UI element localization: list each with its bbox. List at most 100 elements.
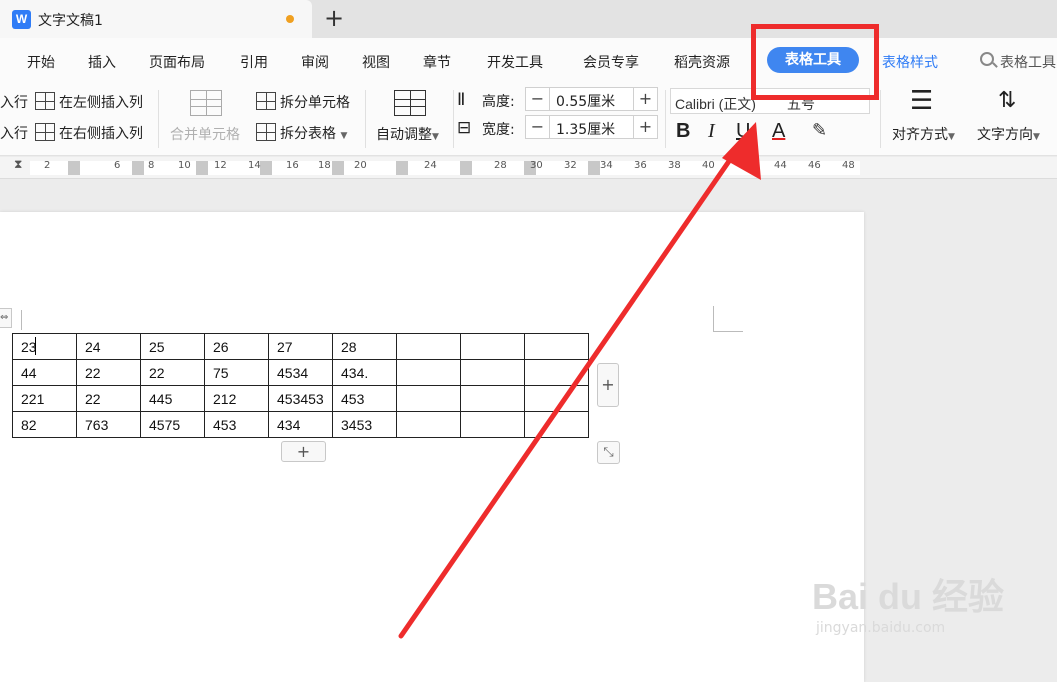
divider xyxy=(453,90,454,148)
table-cell[interactable] xyxy=(460,333,525,360)
table-cell[interactable] xyxy=(460,411,525,438)
indent-marker-icon[interactable]: ⧗ xyxy=(14,157,22,172)
width-increase-button[interactable]: + xyxy=(633,116,657,138)
highlight-icon[interactable]: ✎ xyxy=(812,120,827,141)
menu-insert[interactable]: 插入 xyxy=(88,52,116,72)
new-tab-button[interactable]: + xyxy=(320,4,348,32)
table-cell[interactable]: 24 xyxy=(76,333,141,360)
table-cell[interactable]: 445 xyxy=(140,385,205,412)
align-button[interactable]: 对齐方式▼ xyxy=(892,124,955,144)
unsaved-indicator xyxy=(286,15,294,23)
insert-row-below-button[interactable]: 入行 xyxy=(0,123,28,143)
insert-col-right-button[interactable]: 在右侧插入列 xyxy=(59,123,143,143)
table-cell[interactable] xyxy=(396,411,461,438)
ruler-tick: 6 xyxy=(114,160,121,171)
ruler-tick: 10 xyxy=(178,160,191,171)
auto-fit-button[interactable]: 自动调整▼ xyxy=(376,124,439,144)
font-color-button[interactable]: A xyxy=(772,120,785,143)
table-cell[interactable]: 23 xyxy=(12,333,77,360)
height-value[interactable]: 0.55厘米 xyxy=(556,91,615,111)
text-direction-button[interactable]: 文字方向▼ xyxy=(977,124,1040,144)
ruler-column-marker[interactable] xyxy=(68,161,80,175)
table-cell[interactable]: 22 xyxy=(76,385,141,412)
search-icon[interactable] xyxy=(980,52,994,66)
menu-review[interactable]: 审阅 xyxy=(301,52,329,72)
table-cell[interactable]: 27 xyxy=(268,333,333,360)
bold-button[interactable]: B xyxy=(676,120,690,143)
ruler-column-marker[interactable] xyxy=(260,161,272,175)
table-cell[interactable]: 453 xyxy=(204,411,269,438)
table-cell[interactable]: 453 xyxy=(332,385,397,412)
ruler-column-marker[interactable] xyxy=(588,161,600,175)
table-cell[interactable]: 82 xyxy=(12,411,77,438)
table-cell[interactable]: 75 xyxy=(204,359,269,386)
document-page[interactable] xyxy=(0,212,864,682)
menu-sections[interactable]: 章节 xyxy=(423,52,451,72)
height-label: 高度: xyxy=(482,94,515,110)
menu-view[interactable]: 视图 xyxy=(362,52,390,72)
underline-button[interactable]: U xyxy=(736,120,750,143)
horizontal-ruler[interactable]: 2 6 8 10 12 14 16 18 20 24 28 30 32 34 3… xyxy=(0,157,1057,179)
menu-references[interactable]: 引用 xyxy=(240,52,268,72)
add-row-button[interactable]: + xyxy=(281,441,326,462)
table-move-handle[interactable]: ⇔ xyxy=(0,308,12,328)
height-stepper[interactable]: − 0.55厘米 + xyxy=(525,87,658,111)
table-cell[interactable]: 26 xyxy=(204,333,269,360)
auto-fit-icon xyxy=(394,90,426,116)
table-cell[interactable]: 44 xyxy=(12,359,77,386)
table-cell[interactable] xyxy=(396,385,461,412)
search-hint[interactable]: 表格工具 xyxy=(1000,52,1056,72)
add-column-button[interactable]: + xyxy=(597,363,619,407)
text-cursor xyxy=(35,337,36,355)
table-cell[interactable]: 4575 xyxy=(140,411,205,438)
table-cell[interactable]: 434. xyxy=(332,359,397,386)
ruler-column-marker[interactable] xyxy=(196,161,208,175)
ruler-column-marker[interactable] xyxy=(396,161,408,175)
table-cell[interactable]: 22 xyxy=(140,359,205,386)
italic-button[interactable]: I xyxy=(708,120,715,143)
table-cell[interactable] xyxy=(460,385,525,412)
table-cell[interactable] xyxy=(460,359,525,386)
width-stepper[interactable]: − 1.35厘米 + xyxy=(525,115,658,139)
table-cell[interactable]: 434 xyxy=(268,411,333,438)
table-cell[interactable]: 763 xyxy=(76,411,141,438)
table-cell[interactable]: 221 xyxy=(12,385,77,412)
table-cell[interactable]: 28 xyxy=(332,333,397,360)
height-decrease-button[interactable]: − xyxy=(526,88,550,110)
width-decrease-button[interactable]: − xyxy=(526,116,550,138)
menu-member[interactable]: 会员专享 xyxy=(583,52,639,72)
ruler-column-marker[interactable] xyxy=(332,161,344,175)
insert-col-left-button[interactable]: 在左侧插入列 xyxy=(59,92,143,112)
height-increase-button[interactable]: + xyxy=(633,88,657,110)
table-cell[interactable]: 212 xyxy=(204,385,269,412)
table-cell[interactable] xyxy=(524,333,589,360)
table-cell[interactable]: 22 xyxy=(76,359,141,386)
split-cells-button[interactable]: 拆分单元格 xyxy=(280,92,350,112)
data-table[interactable]: 23 24 25 26 27 28 44 22 22 75 4534 434. 221 22 445 212 4… xyxy=(12,333,589,438)
ruler-column-marker[interactable] xyxy=(460,161,472,175)
table-cell[interactable] xyxy=(524,411,589,438)
menu-table-style[interactable]: 表格样式 xyxy=(882,52,938,72)
table-cell[interactable] xyxy=(396,333,461,360)
table-cell[interactable]: 25 xyxy=(140,333,205,360)
table-cell[interactable]: 3453 xyxy=(332,411,397,438)
table-cell[interactable]: 4534 xyxy=(268,359,333,386)
ruler-column-marker[interactable] xyxy=(132,161,144,175)
table-cell[interactable] xyxy=(396,359,461,386)
menu-page-layout[interactable]: 页面布局 xyxy=(149,52,205,72)
menu-docer-resources[interactable]: 稻壳资源 xyxy=(674,52,730,72)
wps-writer-icon: W xyxy=(12,10,31,29)
insert-col-left-icon xyxy=(35,92,55,110)
table-resize-handle[interactable]: ⤡ xyxy=(597,441,620,464)
table-cell[interactable] xyxy=(524,359,589,386)
table-cell[interactable]: 453453 xyxy=(268,385,333,412)
width-value[interactable]: 1.35厘米 xyxy=(556,119,615,139)
menu-home[interactable]: 开始 xyxy=(27,52,55,72)
menu-developer[interactable]: 开发工具 xyxy=(487,52,543,72)
insert-row-above-button[interactable]: 入行 xyxy=(0,92,28,112)
split-table-button[interactable]: 拆分表格 ▼ xyxy=(280,123,347,143)
insert-col-right-icon xyxy=(35,123,55,141)
merge-cells-button[interactable]: 合并单元格 xyxy=(170,124,240,144)
document-tab[interactable]: W 文字文稿1 xyxy=(0,0,312,38)
table-cell[interactable] xyxy=(524,385,589,412)
